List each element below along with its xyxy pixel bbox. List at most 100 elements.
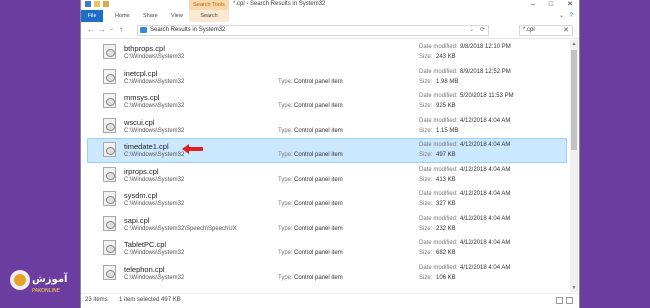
- search-input[interactable]: *.cpl ✕: [519, 25, 573, 36]
- tab-file[interactable]: File: [81, 10, 103, 22]
- date-modified-label: Date modified:: [419, 117, 458, 124]
- type-label: Type:: [278, 152, 293, 158]
- tab-view[interactable]: View: [171, 10, 183, 22]
- properties-icon[interactable]: [85, 1, 91, 7]
- explorer-window: Search Tools *.cpl - Search Results in S…: [80, 0, 580, 308]
- file-type: Control panel item: [294, 225, 343, 232]
- address-path: Search Results in System32: [150, 27, 226, 33]
- forward-button[interactable]: →: [98, 25, 106, 34]
- file-name: wscui.cpl: [124, 117, 155, 127]
- date-modified-label: Date modified:: [419, 44, 458, 50]
- folder-icon[interactable]: [103, 1, 109, 7]
- up-button[interactable]: ↑: [119, 25, 123, 34]
- size-label: Size:: [419, 274, 433, 281]
- close-button[interactable]: ✕: [567, 0, 573, 9]
- file-name: inetcpl.cpl: [124, 68, 158, 78]
- minimize-button[interactable]: –: [531, 0, 535, 9]
- file-date-modified: 5/20/2018 11:53 PM: [460, 93, 514, 99]
- file-row[interactable]: wscui.cpl C:\Windows\System32 Type: Control…: [87, 114, 567, 139]
- details-view-icon[interactable]: [556, 297, 563, 304]
- size-label: Size:: [419, 152, 433, 158]
- control-panel-file-icon: [103, 142, 116, 157]
- file-row[interactable]: timedate1.cpl C:\Windows\System32 Type: Con…: [87, 138, 567, 163]
- control-panel-file-icon: [103, 240, 116, 255]
- file-row[interactable]: sapi.cpl C:\Windows\System32\Speech\Speec…: [87, 212, 567, 237]
- file-row[interactable]: mmsys.cpl C:\Windows\System32 Type: Control…: [87, 89, 567, 114]
- scroll-down-arrow-icon[interactable]: ▼: [570, 284, 578, 292]
- file-row[interactable]: sysdm.cpl C:\Windows\System32 Type: Control…: [87, 187, 567, 212]
- file-date-modified: 4/12/2018 4:04 AM: [460, 264, 511, 271]
- vertical-scrollbar[interactable]: ▲ ▼: [570, 40, 578, 292]
- maximize-button[interactable]: □: [549, 0, 553, 9]
- size-label: Size:: [419, 201, 433, 207]
- selection-info: 1 item selected 497 KB: [119, 297, 181, 303]
- file-size: 1.15 MB: [436, 127, 459, 134]
- search-tools-tab[interactable]: Search Tools: [189, 0, 229, 10]
- control-panel-file-icon: [103, 215, 116, 231]
- tab-home[interactable]: Home: [115, 10, 130, 22]
- size-label: Size:: [419, 54, 433, 60]
- title-bar: Search Tools *.cpl - Search Results in S…: [81, 0, 579, 10]
- file-row[interactable]: inetcpl.cpl C:\Windows\System32 Type: Contr…: [87, 65, 567, 90]
- back-button[interactable]: ←: [87, 25, 95, 34]
- file-path: C:\Windows\System32: [124, 176, 185, 183]
- large-icons-view-icon[interactable]: [566, 297, 573, 304]
- file-row[interactable]: telephon.cpl C:\Windows\System32 Type: Cont…: [87, 261, 567, 286]
- file-type: Control panel item: [294, 78, 343, 85]
- file-type: Control panel item: [294, 176, 343, 183]
- help-icon[interactable]: ?: [570, 13, 573, 19]
- file-type: Control panel item: [294, 250, 343, 256]
- file-date-modified: 4/12/2018 4:04 AM: [460, 142, 511, 148]
- tab-search[interactable]: Search: [189, 10, 229, 22]
- date-modified-label: Date modified:: [419, 240, 458, 246]
- file-name: TabletPC.cpl: [124, 240, 167, 249]
- file-path: C:\Windows\System32: [124, 201, 185, 207]
- new-folder-icon[interactable]: [94, 1, 100, 7]
- file-list: bthprops.cpl C:\Windows\System32 Date modi…: [81, 40, 571, 292]
- view-switcher: [556, 297, 573, 304]
- file-size: 413 KB: [436, 176, 456, 183]
- file-name: sysdm.cpl: [124, 191, 158, 200]
- file-path: C:\Windows\System32: [124, 78, 185, 85]
- file-path: C:\Windows\System32: [124, 274, 185, 281]
- size-label: Size:: [419, 225, 433, 232]
- file-type: Control panel item: [294, 274, 343, 281]
- recent-locations-chevron-icon[interactable]: ⌄: [109, 25, 114, 34]
- date-modified-label: Date modified:: [419, 68, 458, 75]
- expand-ribbon-chevron-icon[interactable]: ⌄: [559, 13, 564, 19]
- file-size: 925 KB: [436, 103, 456, 109]
- status-bar: 23 items 1 item selected 497 KB: [81, 293, 579, 308]
- item-count: 23 items: [85, 297, 108, 303]
- address-bar: ← → ⌄ ↑ Search Results in System32 ⌄ ⟳ *…: [81, 22, 579, 39]
- background-right: [578, 0, 650, 308]
- file-type: Control panel item: [294, 152, 343, 158]
- file-type: Control panel item: [294, 103, 343, 109]
- file-row[interactable]: irprops.cpl C:\Windows\System32 Type: Contr…: [87, 163, 567, 188]
- logo-text: آموزش: [32, 272, 68, 285]
- address-field[interactable]: Search Results in System32 ⌄ ⟳: [137, 25, 489, 36]
- file-row[interactable]: TabletPC.cpl C:\Windows\System32 Type: Cont…: [87, 236, 567, 261]
- file-date-modified: 4/12/2018 4:04 AM: [460, 191, 511, 197]
- date-modified-label: Date modified:: [419, 191, 458, 197]
- size-label: Size:: [419, 127, 433, 134]
- file-date-modified: 8/9/2018 12:52 PM: [460, 68, 511, 75]
- address-dropdown-chevron-icon[interactable]: ⌄: [469, 26, 474, 33]
- refresh-icon[interactable]: ⟳: [480, 26, 485, 33]
- file-path: C:\Windows\System32: [124, 152, 185, 158]
- clear-search-icon[interactable]: ✕: [563, 26, 569, 34]
- window-controls: – □ ✕: [531, 0, 573, 9]
- file-row[interactable]: bthprops.cpl C:\Windows\System32 Date modi…: [87, 40, 567, 65]
- file-path: C:\Windows\System32: [124, 127, 185, 134]
- logo-subtext: PAKONLINE: [32, 288, 60, 294]
- tab-share[interactable]: Share: [143, 10, 158, 22]
- file-size: 106 KB: [436, 274, 456, 281]
- scroll-up-arrow-icon[interactable]: ▲: [570, 40, 578, 48]
- file-size: 497 KB: [436, 152, 456, 158]
- file-path: C:\Windows\System32: [124, 250, 185, 256]
- type-label: Type:: [278, 274, 293, 281]
- type-label: Type:: [278, 103, 293, 109]
- file-size: 1.98 MB: [436, 78, 459, 85]
- scroll-thumb[interactable]: [571, 50, 577, 150]
- size-label: Size:: [419, 103, 433, 109]
- file-date-modified: 4/12/2018 4:04 AM: [460, 117, 511, 124]
